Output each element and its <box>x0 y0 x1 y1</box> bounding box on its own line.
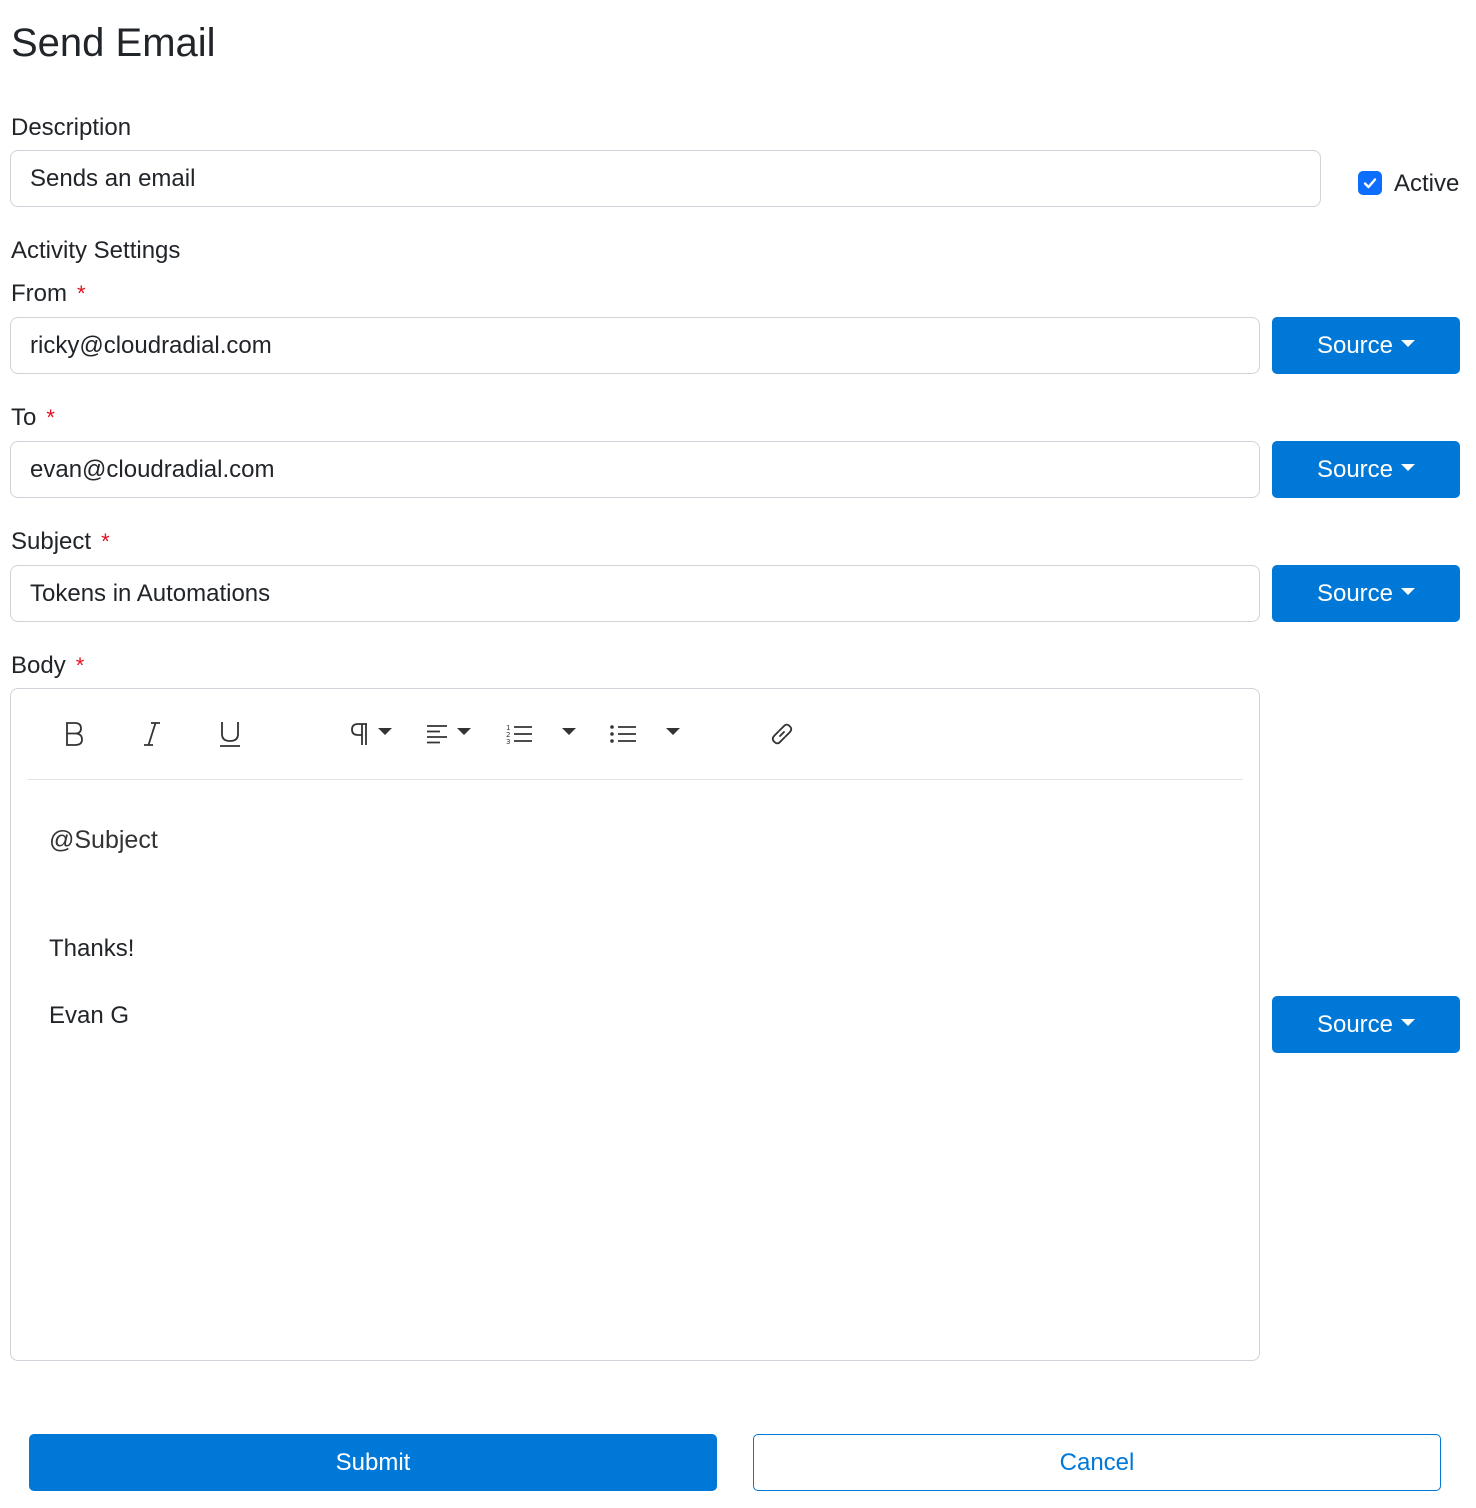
subject-source-button[interactable]: Source <box>1272 565 1460 622</box>
from-label-text: From <box>11 280 67 307</box>
caret-down-icon <box>378 727 392 735</box>
activity-settings-heading: Activity Settings <box>11 237 181 264</box>
subject-label: Subject * <box>11 527 110 557</box>
body-line-signature: Evan G <box>49 1002 130 1029</box>
active-checkbox[interactable] <box>1358 171 1382 195</box>
to-input[interactable]: evan@cloudradial.com <box>10 441 1260 498</box>
required-marker: * <box>75 653 85 678</box>
check-icon <box>1363 178 1377 189</box>
required-marker: * <box>46 405 55 430</box>
toolbar-divider <box>28 779 1243 780</box>
source-button-label: Source <box>1316 1011 1394 1038</box>
body-editor[interactable] <box>10 688 1260 1361</box>
submit-button[interactable]: Submit <box>29 1434 717 1491</box>
ordered-list-icon[interactable]: 123 <box>504 714 584 754</box>
bold-icon[interactable] <box>56 714 92 754</box>
paragraph-icon[interactable] <box>340 714 400 754</box>
caret-down-icon <box>1401 1019 1416 1027</box>
source-button-label: Source <box>1316 580 1394 607</box>
link-icon[interactable] <box>762 714 802 754</box>
body-label-text: Body <box>11 652 66 679</box>
to-label-text: To <box>11 404 37 431</box>
italic-icon[interactable] <box>134 714 170 754</box>
page-title: Send Email <box>11 21 216 65</box>
required-marker: * <box>77 281 86 306</box>
svg-text:3: 3 <box>506 738 510 746</box>
caret-down-icon <box>457 727 471 735</box>
to-value: evan@cloudradial.com <box>30 456 275 483</box>
from-input[interactable]: ricky@cloudradial.com <box>10 317 1260 374</box>
from-value: ricky@cloudradial.com <box>30 332 272 359</box>
description-label: Description <box>11 114 132 141</box>
source-button-label: Source <box>1316 332 1394 359</box>
active-label: Active <box>1394 170 1460 197</box>
subject-label-text: Subject <box>11 528 92 555</box>
from-source-button[interactable]: Source <box>1272 317 1460 374</box>
caret-down-icon <box>562 727 576 735</box>
subject-input[interactable]: Tokens in Automations <box>10 565 1260 622</box>
underline-icon[interactable] <box>212 714 248 754</box>
to-label: To * <box>11 403 55 433</box>
body-label: Body * <box>11 651 84 681</box>
align-left-icon[interactable] <box>418 714 478 754</box>
unordered-list-icon[interactable] <box>608 714 688 754</box>
description-input[interactable]: Sends an email <box>10 150 1321 207</box>
subject-value: Tokens in Automations <box>30 580 271 607</box>
body-source-button[interactable]: Source <box>1272 996 1460 1053</box>
description-value: Sends an email <box>30 165 196 192</box>
caret-down-icon <box>666 727 680 735</box>
body-line-thanks: Thanks! <box>49 935 135 962</box>
required-marker: * <box>101 529 110 554</box>
caret-down-icon <box>1401 588 1416 596</box>
caret-down-icon <box>1401 464 1416 472</box>
body-line-subject-token: @Subject <box>49 826 158 854</box>
from-label: From * <box>11 279 86 309</box>
cancel-button[interactable]: Cancel <box>753 1434 1441 1491</box>
to-source-button[interactable]: Source <box>1272 441 1460 498</box>
source-button-label: Source <box>1316 456 1394 483</box>
caret-down-icon <box>1401 340 1416 348</box>
